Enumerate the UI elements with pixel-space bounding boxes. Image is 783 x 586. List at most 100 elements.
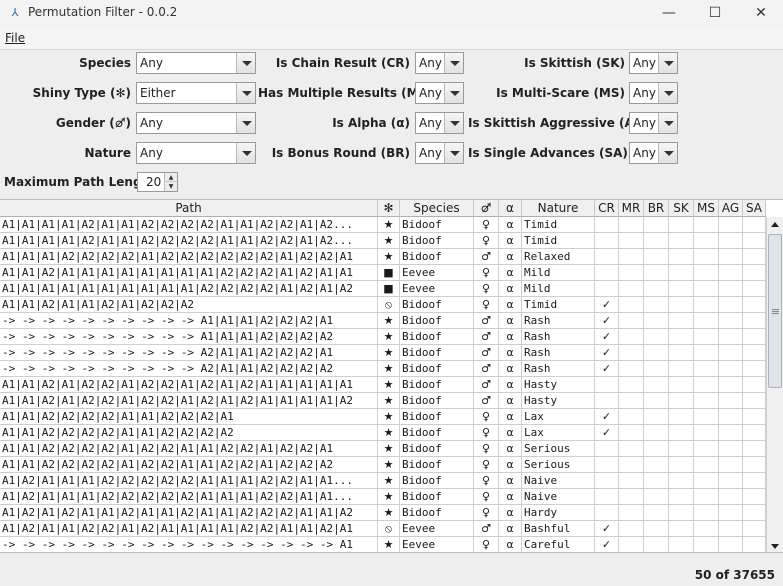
nature-cell: Rash — [522, 345, 595, 361]
multiple-results-select[interactable]: Any — [415, 82, 464, 104]
table-row[interactable]: A1|A1|A2|A1|A2|A2|A1|A2|A2|A1|A2|A1|A2|A… — [0, 393, 766, 409]
species-cell: Bidoof — [400, 233, 474, 249]
bonus-round-select[interactable]: Any — [415, 142, 464, 164]
header-col-shiny[interactable]: ✻ — [378, 200, 400, 217]
shiny-cell: ★ — [378, 393, 400, 409]
cr-cell — [595, 249, 619, 265]
scroll-down-icon[interactable] — [767, 539, 783, 552]
gender-cell: ♀ — [474, 409, 499, 425]
table-row[interactable]: A1|A1|A2|A2|A2|A2|A1|A1|A2|A2|A2|A2 ★ Bido… — [0, 425, 766, 441]
chevron-down-icon[interactable] — [444, 83, 463, 103]
shiny-cell: ★ — [378, 345, 400, 361]
table-row[interactable]: -> -> -> -> -> -> -> -> -> -> A1|A1|A1|A… — [0, 313, 766, 329]
multi-scare-select[interactable]: Any — [629, 82, 678, 104]
header-col-path[interactable]: Path — [0, 200, 378, 217]
gender-cell: ♂ — [474, 377, 499, 393]
table-row[interactable]: -> -> -> -> -> -> -> -> -> -> A2|A1|A1|A… — [0, 345, 766, 361]
chevron-down-icon[interactable] — [236, 53, 255, 73]
spinner-down-icon[interactable]: ▼ — [164, 182, 177, 191]
skittish-aggressive-select[interactable]: Any — [629, 112, 678, 134]
vertical-scrollbar[interactable] — [766, 217, 783, 552]
nature-cell: Careful — [522, 537, 595, 552]
species-cell: Bidoof — [400, 249, 474, 265]
shiny-cell: ⦸ — [378, 297, 400, 313]
close-button[interactable]: ✕ — [738, 0, 783, 28]
header-col-species[interactable]: Species — [400, 200, 474, 217]
header-col-mr[interactable]: MR — [619, 200, 644, 217]
table-row[interactable]: A1|A1|A2|A2|A2|A2|A1|A2|A2|A1|A1|A2|A2|A… — [0, 457, 766, 473]
shiny-type-select[interactable]: Either — [136, 82, 256, 104]
species-cell: Bidoof — [400, 313, 474, 329]
header-col-gender[interactable]: ♂̸ — [474, 200, 499, 217]
chevron-down-icon[interactable] — [444, 143, 463, 163]
spinner-up-icon[interactable]: ▲ — [164, 173, 177, 182]
header-col-br[interactable]: BR — [644, 200, 669, 217]
table-row[interactable]: A1|A1|A2|A1|A1|A2|A1|A2|A2|A2 ⦸ Bidoof ♀ α Ti… — [0, 297, 766, 313]
chevron-down-icon[interactable] — [444, 53, 463, 73]
table-row[interactable]: -> -> -> -> -> -> -> -> -> -> A2|A1|A1|A… — [0, 361, 766, 377]
table-row[interactable]: A1|A1|A1|A2|A2|A2|A2|A1|A2|A2|A2|A2|A2|A… — [0, 249, 766, 265]
single-advances-select[interactable]: Any — [629, 142, 678, 164]
skittish-select[interactable]: Any — [629, 52, 678, 74]
header-col-ag[interactable]: AG — [719, 200, 743, 217]
maximize-button[interactable]: ☐ — [692, 0, 738, 28]
gender-select[interactable]: Any — [136, 112, 256, 134]
alpha-cell: α — [499, 217, 522, 233]
table-row[interactable]: -> -> -> -> -> -> -> -> -> -> A1|A1|A1|A… — [0, 329, 766, 345]
ag-cell — [719, 441, 743, 457]
header-col-ms[interactable]: MS — [694, 200, 719, 217]
chain-result-select[interactable]: Any — [415, 52, 464, 74]
chevron-down-icon[interactable] — [236, 83, 255, 103]
table-row[interactable]: -> -> -> -> -> -> -> -> -> -> -> -> -> -… — [0, 537, 766, 552]
chevron-down-icon[interactable] — [658, 113, 677, 133]
skittish-select-value: Any — [633, 56, 656, 70]
table-row[interactable]: A1|A1|A1|A1|A2|A1|A1|A2|A2|A2|A2|A1|A1|A… — [0, 233, 766, 249]
max-path-length-label: Maximum Path Length — [4, 175, 156, 189]
table-row[interactable]: A1|A1|A2|A1|A2|A2|A1|A2|A2|A1|A2|A1|A2|A… — [0, 377, 766, 393]
mr-cell — [619, 409, 644, 425]
multiple-results-select-value: Any — [419, 86, 442, 100]
shiny-cell: ★ — [378, 489, 400, 505]
alpha-cell: α — [499, 457, 522, 473]
header-col-alpha[interactable]: α — [499, 200, 522, 217]
header-col-cr[interactable]: CR — [595, 200, 619, 217]
minimize-button[interactable]: — — [646, 0, 692, 28]
table-row[interactable]: A1|A1|A2|A2|A2|A2|A1|A2|A2|A1|A1|A2|A2|A… — [0, 441, 766, 457]
table-row[interactable]: A1|A2|A1|A1|A2|A2|A1|A2|A1|A1|A1|A1|A2|A… — [0, 521, 766, 537]
table-row[interactable]: A1|A1|A2|A2|A2|A2|A1|A1|A2|A2|A2|A1 ★ Bido… — [0, 409, 766, 425]
table-row[interactable]: A1|A2|A1|A2|A1|A1|A2|A1|A1|A2|A1|A1|A2|A… — [0, 505, 766, 521]
br-cell — [644, 217, 669, 233]
table-row[interactable]: A1|A1|A2|A1|A1|A1|A1|A1|A1|A1|A1|A2|A2|A… — [0, 265, 766, 281]
sa-cell — [743, 393, 766, 409]
chevron-down-icon[interactable] — [658, 53, 677, 73]
table-row[interactable]: A1|A1|A1|A1|A1|A1|A1|A1|A1|A1|A2|A2|A2|A… — [0, 281, 766, 297]
path-cell: -> -> -> -> -> -> -> -> -> -> A2|A1|A1|A… — [0, 361, 378, 377]
table-row[interactable]: A1|A1|A1|A1|A2|A1|A1|A2|A2|A2|A2|A1|A1|A… — [0, 217, 766, 233]
cr-cell — [595, 457, 619, 473]
chevron-down-icon[interactable] — [658, 83, 677, 103]
alpha-select[interactable]: Any — [415, 112, 464, 134]
species-select[interactable]: Any — [136, 52, 256, 74]
header-col-sk[interactable]: SK — [669, 200, 694, 217]
header-col-sa[interactable]: SA — [743, 200, 766, 217]
menu-file[interactable]: File — [5, 31, 25, 45]
table-row[interactable]: A1|A2|A1|A1|A1|A2|A2|A2|A2|A2|A1|A1|A1|A… — [0, 489, 766, 505]
bonus-round-select-value: Any — [419, 146, 442, 160]
table-row[interactable]: A1|A2|A1|A1|A1|A2|A2|A2|A2|A2|A1|A1|A1|A… — [0, 473, 766, 489]
nature-cell: Hardy — [522, 505, 595, 521]
chevron-down-icon[interactable] — [236, 143, 255, 163]
scrollbar-thumb[interactable] — [768, 234, 782, 388]
header-col-nature[interactable]: Nature — [522, 200, 595, 217]
path-cell: A1|A1|A2|A1|A2|A2|A1|A2|A2|A1|A2|A1|A2|A… — [0, 377, 378, 393]
br-cell — [644, 537, 669, 552]
chevron-down-icon[interactable] — [444, 113, 463, 133]
scroll-up-icon[interactable] — [767, 217, 783, 232]
cr-cell: ✓ — [595, 329, 619, 345]
ag-cell — [719, 377, 743, 393]
chevron-down-icon[interactable] — [658, 143, 677, 163]
chevron-down-icon[interactable] — [236, 113, 255, 133]
nature-select[interactable]: Any — [136, 142, 256, 164]
skittish-label: Is Skittish (SK) — [524, 56, 625, 70]
max-path-length-spinner[interactable]: 20 ▲ ▼ — [137, 172, 178, 192]
max-path-length-value[interactable]: 20 — [146, 173, 161, 191]
